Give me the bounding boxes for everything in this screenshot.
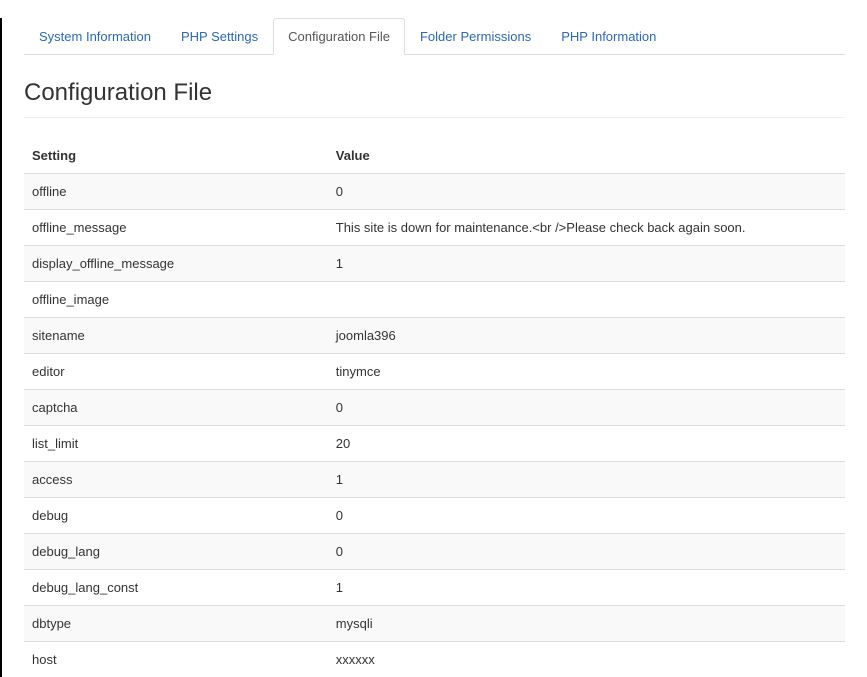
setting-name: debug_lang_const [24,570,328,606]
setting-value: This site is down for maintenance.<br />… [328,210,845,246]
setting-value: tinymce [328,354,845,390]
tab-php-settings[interactable]: PHP Settings [166,18,273,55]
tab-folder-permissions[interactable]: Folder Permissions [405,18,546,55]
setting-value: xxxxxx [328,642,845,677]
page-header: Configuration File [24,79,845,118]
table-row: debug_lang0 [24,534,845,570]
setting-value: 0 [328,498,845,534]
tab-configuration-file[interactable]: Configuration File [273,18,405,55]
setting-name: debug [24,498,328,534]
setting-name: editor [24,354,328,390]
table-row: editortinymce [24,354,845,390]
table-row: list_limit20 [24,426,845,462]
table-row: dbtypemysqli [24,606,845,642]
setting-value: 1 [328,246,845,282]
setting-value: 1 [328,570,845,606]
page-title: Configuration File [24,79,845,107]
setting-name: access [24,462,328,498]
setting-name: offline_image [24,282,328,318]
setting-value: 0 [328,174,845,210]
setting-value: 0 [328,534,845,570]
configuration-table-body: offline0offline_messageThis site is down… [24,174,845,677]
table-row: offline0 [24,174,845,210]
table-header-setting: Setting [24,138,328,174]
table-row: display_offline_message1 [24,246,845,282]
table-row: access1 [24,462,845,498]
setting-value: joomla396 [328,318,845,354]
setting-value [328,282,845,318]
setting-value: 20 [328,426,845,462]
configuration-table: Setting Value offline0offline_messageThi… [24,138,845,677]
setting-name: sitename [24,318,328,354]
table-row: captcha0 [24,390,845,426]
table-row: debug0 [24,498,845,534]
tabs-bar: System InformationPHP SettingsConfigurat… [24,18,845,55]
setting-name: captcha [24,390,328,426]
setting-name: dbtype [24,606,328,642]
tab-php-information[interactable]: PHP Information [546,18,671,55]
table-header-value: Value [328,138,845,174]
table-row: offline_messageThis site is down for mai… [24,210,845,246]
table-row: hostxxxxxx [24,642,845,677]
setting-name: display_offline_message [24,246,328,282]
setting-name: host [24,642,328,677]
table-row: offline_image [24,282,845,318]
tab-system-information[interactable]: System Information [24,18,166,55]
setting-value: 0 [328,390,845,426]
setting-name: debug_lang [24,534,328,570]
table-row: sitenamejoomla396 [24,318,845,354]
setting-name: offline_message [24,210,328,246]
table-row: debug_lang_const1 [24,570,845,606]
setting-value: mysqli [328,606,845,642]
setting-name: offline [24,174,328,210]
setting-value: 1 [328,462,845,498]
setting-name: list_limit [24,426,328,462]
